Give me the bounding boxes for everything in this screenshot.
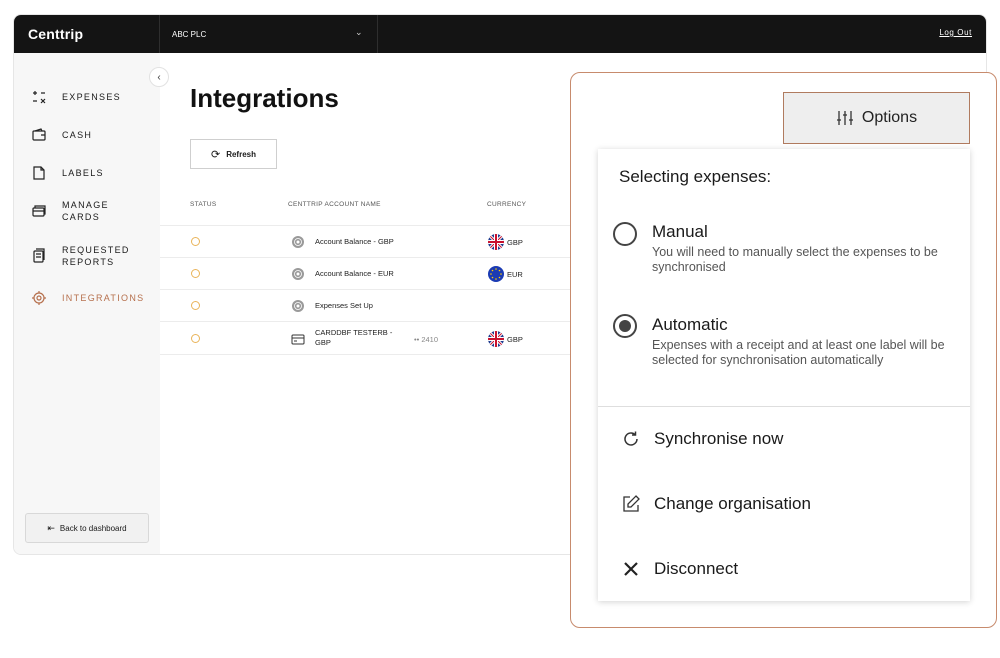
page-title: Integrations [190,83,339,113]
sidebar-item-cash[interactable]: CASH [30,126,92,144]
sidebar-item-label: MANAGE CARDS [62,200,109,222]
sidebar: EXPENSES CASH LABELS MANAGE CARDS REQUES… [14,53,160,554]
manual-option-description: You will need to manually select the exp… [652,245,938,274]
card-icon [291,332,305,346]
back-to-dashboard-label: Back to dashboard [59,523,127,533]
menu-divider [598,406,970,407]
currency-code: GBP [507,238,523,247]
chevron-down-icon: ⌄ [355,27,363,37]
label-icon [30,164,48,182]
account-name: CARDDBF TESTERB - GBP [315,328,393,347]
edit-icon [620,493,642,515]
top-bar: Centtrip ABC PLC ⌄ Log Out [14,15,986,53]
back-arrow-icon: ⇤ [47,522,55,533]
status-pending-icon [191,301,200,310]
sidebar-item-label: REQUESTED REPORTS [62,245,130,267]
currency-code: EUR [507,270,523,279]
account-number: •• 2410 [414,335,439,344]
automatic-option-description: Expenses with a receipt and at least one… [652,338,945,367]
account-globe-icon [291,267,305,281]
account-globe-icon [291,235,305,249]
account-name: Expenses Set Up [315,301,373,310]
disconnect-action[interactable]: Disconnect [620,558,738,580]
reports-icon [30,247,48,265]
expenses-icon [30,88,48,106]
back-to-dashboard-button[interactable]: ⇤ Back to dashboard [25,513,149,543]
refresh-icon: ⟳ [210,148,221,161]
action-label: Disconnect [654,559,739,578]
column-header-status: STATUS [190,201,217,208]
integrations-icon [30,289,48,307]
brand-logo: Centtrip [14,15,160,53]
sidebar-item-label: EXPENSES [62,92,121,102]
options-button[interactable]: Options [783,92,970,144]
sync-icon [620,428,642,450]
sidebar-item-label: CASH [62,130,93,140]
sidebar-item-integrations[interactable]: INTEGRATIONS [30,289,144,307]
synchronise-now-action[interactable]: Synchronise now [620,428,783,450]
action-label: Synchronise now [654,429,784,448]
sidebar-item-expenses[interactable]: EXPENSES [30,88,121,106]
refresh-button[interactable]: ⟳ Refresh [190,139,277,169]
logout-link[interactable]: Log Out [939,28,972,37]
sliders-icon [836,109,854,127]
screen: Centtrip ABC PLC ⌄ Log Out EXPENSES CASH [0,0,1000,658]
column-header-account-name: CENTTRIP ACCOUNT NAME [288,201,381,208]
options-panel: Options Selecting expenses: Manual You w… [570,72,997,628]
change-organisation-action[interactable]: Change organisation [620,493,811,515]
menu-heading: Selecting expenses: [619,167,772,186]
status-pending-icon [191,334,200,343]
refresh-label: Refresh [226,149,256,159]
wallet-icon [30,126,48,144]
organisation-name: ABC PLC [172,29,207,39]
currency-code: GBP [507,335,523,344]
automatic-radio[interactable] [613,314,637,338]
uk-flag-icon [488,234,504,250]
options-menu: Selecting expenses: Manual You will need… [598,149,970,601]
manual-radio[interactable] [613,222,637,246]
sidebar-item-manage-cards[interactable]: MANAGE CARDS [30,199,109,223]
cards-icon [30,202,48,220]
status-pending-icon [191,237,200,246]
account-name: Account Balance - GBP [315,237,394,246]
options-label: Options [861,109,918,126]
automatic-option-title: Automatic [652,315,728,334]
sidebar-item-requested-reports[interactable]: REQUESTED REPORTS [30,244,130,268]
sidebar-item-label: INTEGRATIONS [62,293,145,303]
collapse-sidebar-button[interactable]: ‹ [149,67,169,87]
sidebar-item-labels[interactable]: LABELS [30,164,104,182]
close-icon [620,558,642,580]
sidebar-item-label: LABELS [62,168,104,178]
manual-option-title: Manual [652,222,708,241]
uk-flag-icon [488,331,504,347]
eu-flag-icon [488,266,504,282]
column-header-currency: CURRENCY [487,201,527,208]
account-name: Account Balance - EUR [315,269,394,278]
status-pending-icon [191,269,200,278]
action-label: Change organisation [654,494,811,513]
account-globe-icon [291,299,305,313]
organisation-select[interactable]: ABC PLC ⌄ [160,15,378,53]
